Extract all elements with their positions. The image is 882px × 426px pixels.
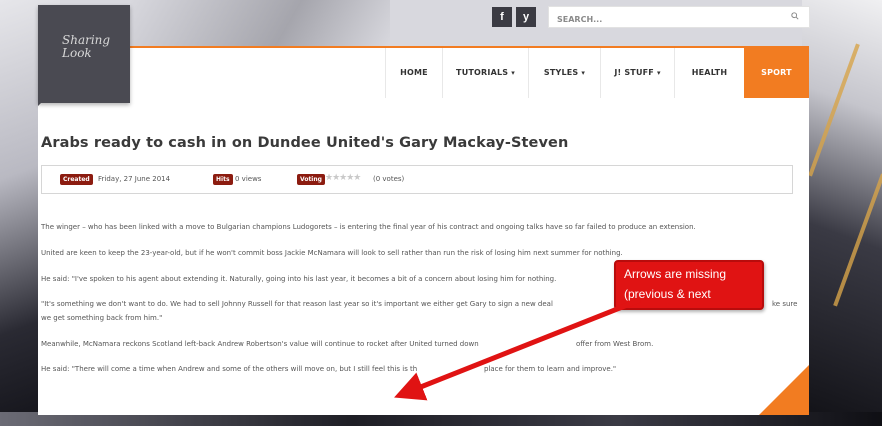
nav-health-label: HEALTH (691, 68, 728, 77)
chevron-down-icon: ▾ (511, 69, 515, 77)
article-paragraph: "It's something we don't want to do. We … (41, 300, 553, 308)
nav-tutorials-label: TUTORIALS (456, 68, 509, 77)
nav-sport[interactable]: SPORT (744, 48, 809, 98)
annotation-line2: (previous & next (624, 287, 711, 301)
nav-jstuff[interactable]: J! STUFF ▾ (600, 48, 674, 98)
back-to-top-button[interactable]: ⌃ (759, 365, 809, 415)
created-date: Friday, 27 June 2014 (98, 175, 171, 183)
hits-badge: Hits (213, 174, 233, 185)
article-paragraph-fragment: place for them to learn and improve." (484, 365, 617, 373)
rating-stars[interactable]: ★★★★★ (325, 173, 361, 183)
article-paragraph-fragment: ke sure (772, 300, 798, 308)
nav-health[interactable]: HEALTH (674, 48, 744, 98)
article-card: Arabs ready to cash in on Dundee United'… (38, 98, 809, 415)
nav-home-label: HOME (400, 68, 428, 77)
article-paragraph-fragment: offer from West Brom. (576, 340, 654, 348)
nav-styles-label: STYLES (543, 68, 579, 77)
nav-jstuff-label: J! STUFF (614, 68, 654, 77)
logo-line1: Sharing (62, 33, 111, 47)
chevron-down-icon: ▾ (581, 69, 586, 77)
vote-count: (0 votes) (373, 175, 405, 183)
search-icon[interactable] (791, 12, 799, 20)
corner-fold (38, 96, 48, 106)
twitter-icon[interactable]: y (516, 7, 536, 27)
hits-count: 0 views (235, 175, 262, 183)
main-nav: HOME TUTORIALS ▾ STYLES ▾ J! STUFF ▾ HEALTH… (38, 46, 809, 98)
nav-styles[interactable]: STYLES ▾ (528, 48, 600, 98)
article-paragraph: He said: "There will come a time when An… (41, 365, 418, 373)
background-top (130, 0, 390, 46)
background-right (802, 0, 882, 426)
logo-line2: Look (62, 46, 92, 60)
article-paragraph: Meanwhile, McNamara reckons Scotland lef… (41, 340, 479, 348)
article-paragraph: The winger – who has been linked with a … (41, 223, 696, 231)
site-logo[interactable]: Sharing Look (38, 5, 130, 103)
search-input[interactable] (549, 9, 779, 30)
facebook-icon[interactable]: f (492, 7, 512, 27)
chevron-down-icon: ▾ (656, 69, 661, 77)
nav-tutorials[interactable]: TUTORIALS ▾ (442, 48, 528, 98)
search-box (548, 6, 810, 30)
created-badge: Created (60, 174, 93, 185)
article-meta: Created Friday, 27 June 2014 Hits 0 view… (41, 165, 793, 194)
article-paragraph: United are keen to keep the 23-year-old,… (41, 249, 623, 257)
annotation-callout: Arrows are missing (previous & next (614, 260, 764, 310)
nav-home[interactable]: HOME (385, 48, 442, 98)
annotation-line1: Arrows are missing (624, 267, 727, 281)
nav-sport-label: SPORT (761, 68, 792, 77)
voting-badge: Voting (297, 174, 325, 185)
article-title: Arabs ready to cash in on Dundee United'… (41, 135, 569, 151)
article-paragraph: we get something back from him." (41, 314, 163, 322)
